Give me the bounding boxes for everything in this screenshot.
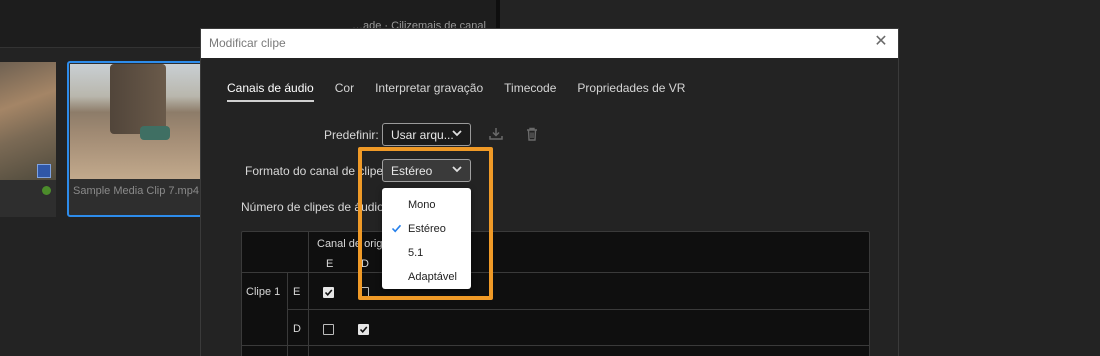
trash-icon[interactable]	[524, 126, 540, 142]
label-color-dot	[42, 186, 51, 195]
preset-label: Predefinir:	[324, 128, 379, 142]
tab-timecode[interactable]: Timecode	[504, 81, 556, 102]
preview-figure	[110, 64, 166, 134]
dialog-title: Modificar clipe	[209, 36, 286, 50]
checkbox-clip1-e-source-d[interactable]	[358, 287, 369, 298]
channel-format-value: Estéreo	[391, 164, 433, 178]
chevron-down-icon	[452, 130, 462, 137]
column-d-header: D	[361, 258, 369, 270]
download-icon[interactable]	[488, 126, 504, 142]
tab-vr-properties[interactable]: Propriedades de VR	[577, 81, 685, 102]
clip-preview-image	[0, 62, 56, 180]
row-clip-label: Clipe 1	[246, 286, 281, 298]
tab-interpret-footage[interactable]: Interpretar gravação	[375, 81, 483, 102]
menu-item-mono[interactable]: Mono	[382, 194, 471, 216]
preset-value: Usar arqu...	[391, 128, 454, 142]
tab-audio-channels[interactable]: Canais de áudio	[227, 81, 314, 102]
menu-item-adaptive[interactable]: Adaptável	[382, 266, 471, 288]
checkbox-clip1-d-source-d[interactable]	[358, 324, 369, 335]
column-e-header: E	[326, 258, 334, 270]
dialog-tabs: Canais de áudio Cor Interpretar gravação…	[227, 81, 706, 102]
menu-item-stereo[interactable]: Estéreo	[382, 218, 471, 240]
channel-format-menu: Mono Estéreo 5.1 Adaptável	[382, 188, 471, 289]
channel-format-label: Formato do canal de clipe:	[245, 164, 387, 178]
menu-item-5-1[interactable]: 5.1	[382, 242, 471, 264]
panel-separator	[0, 47, 230, 48]
channel-format-select[interactable]: Estéreo	[382, 159, 471, 182]
modify-clip-dialog: Modificar clipe ✕ Canais de áudio Cor In…	[200, 28, 899, 356]
media-clip-thumbnail[interactable]	[0, 62, 56, 217]
row-channel-e-label: E	[293, 286, 301, 298]
dialog-titlebar[interactable]: Modificar clipe ✕	[201, 29, 898, 58]
channel-mapping-grid: Canal de origem E D Clipe 1 E D	[241, 231, 870, 356]
tab-color[interactable]: Cor	[335, 81, 354, 102]
preset-select[interactable]: Usar arqu...	[382, 123, 471, 146]
clip-preview-image	[70, 64, 204, 179]
checkbox-clip1-e-source-e[interactable]	[323, 287, 334, 298]
preview-skate	[140, 126, 170, 140]
row-channel-d-label: D	[293, 323, 301, 335]
checkbox-clip1-d-source-e[interactable]	[323, 324, 334, 335]
app-stage: …ade · Cilizemais de canal Sample Media …	[0, 0, 1100, 356]
checkmark-icon	[391, 224, 402, 233]
num-audio-clips-label: Número de clipes de áudio:	[241, 200, 388, 214]
media-clip-selected[interactable]: Sample Media Clip 7.mp4	[67, 61, 207, 217]
chevron-down-icon	[452, 166, 462, 173]
close-icon[interactable]: ✕	[872, 33, 890, 51]
sequence-badge-icon	[37, 164, 51, 178]
clip-name: Sample Media Clip 7.mp4	[73, 185, 199, 197]
